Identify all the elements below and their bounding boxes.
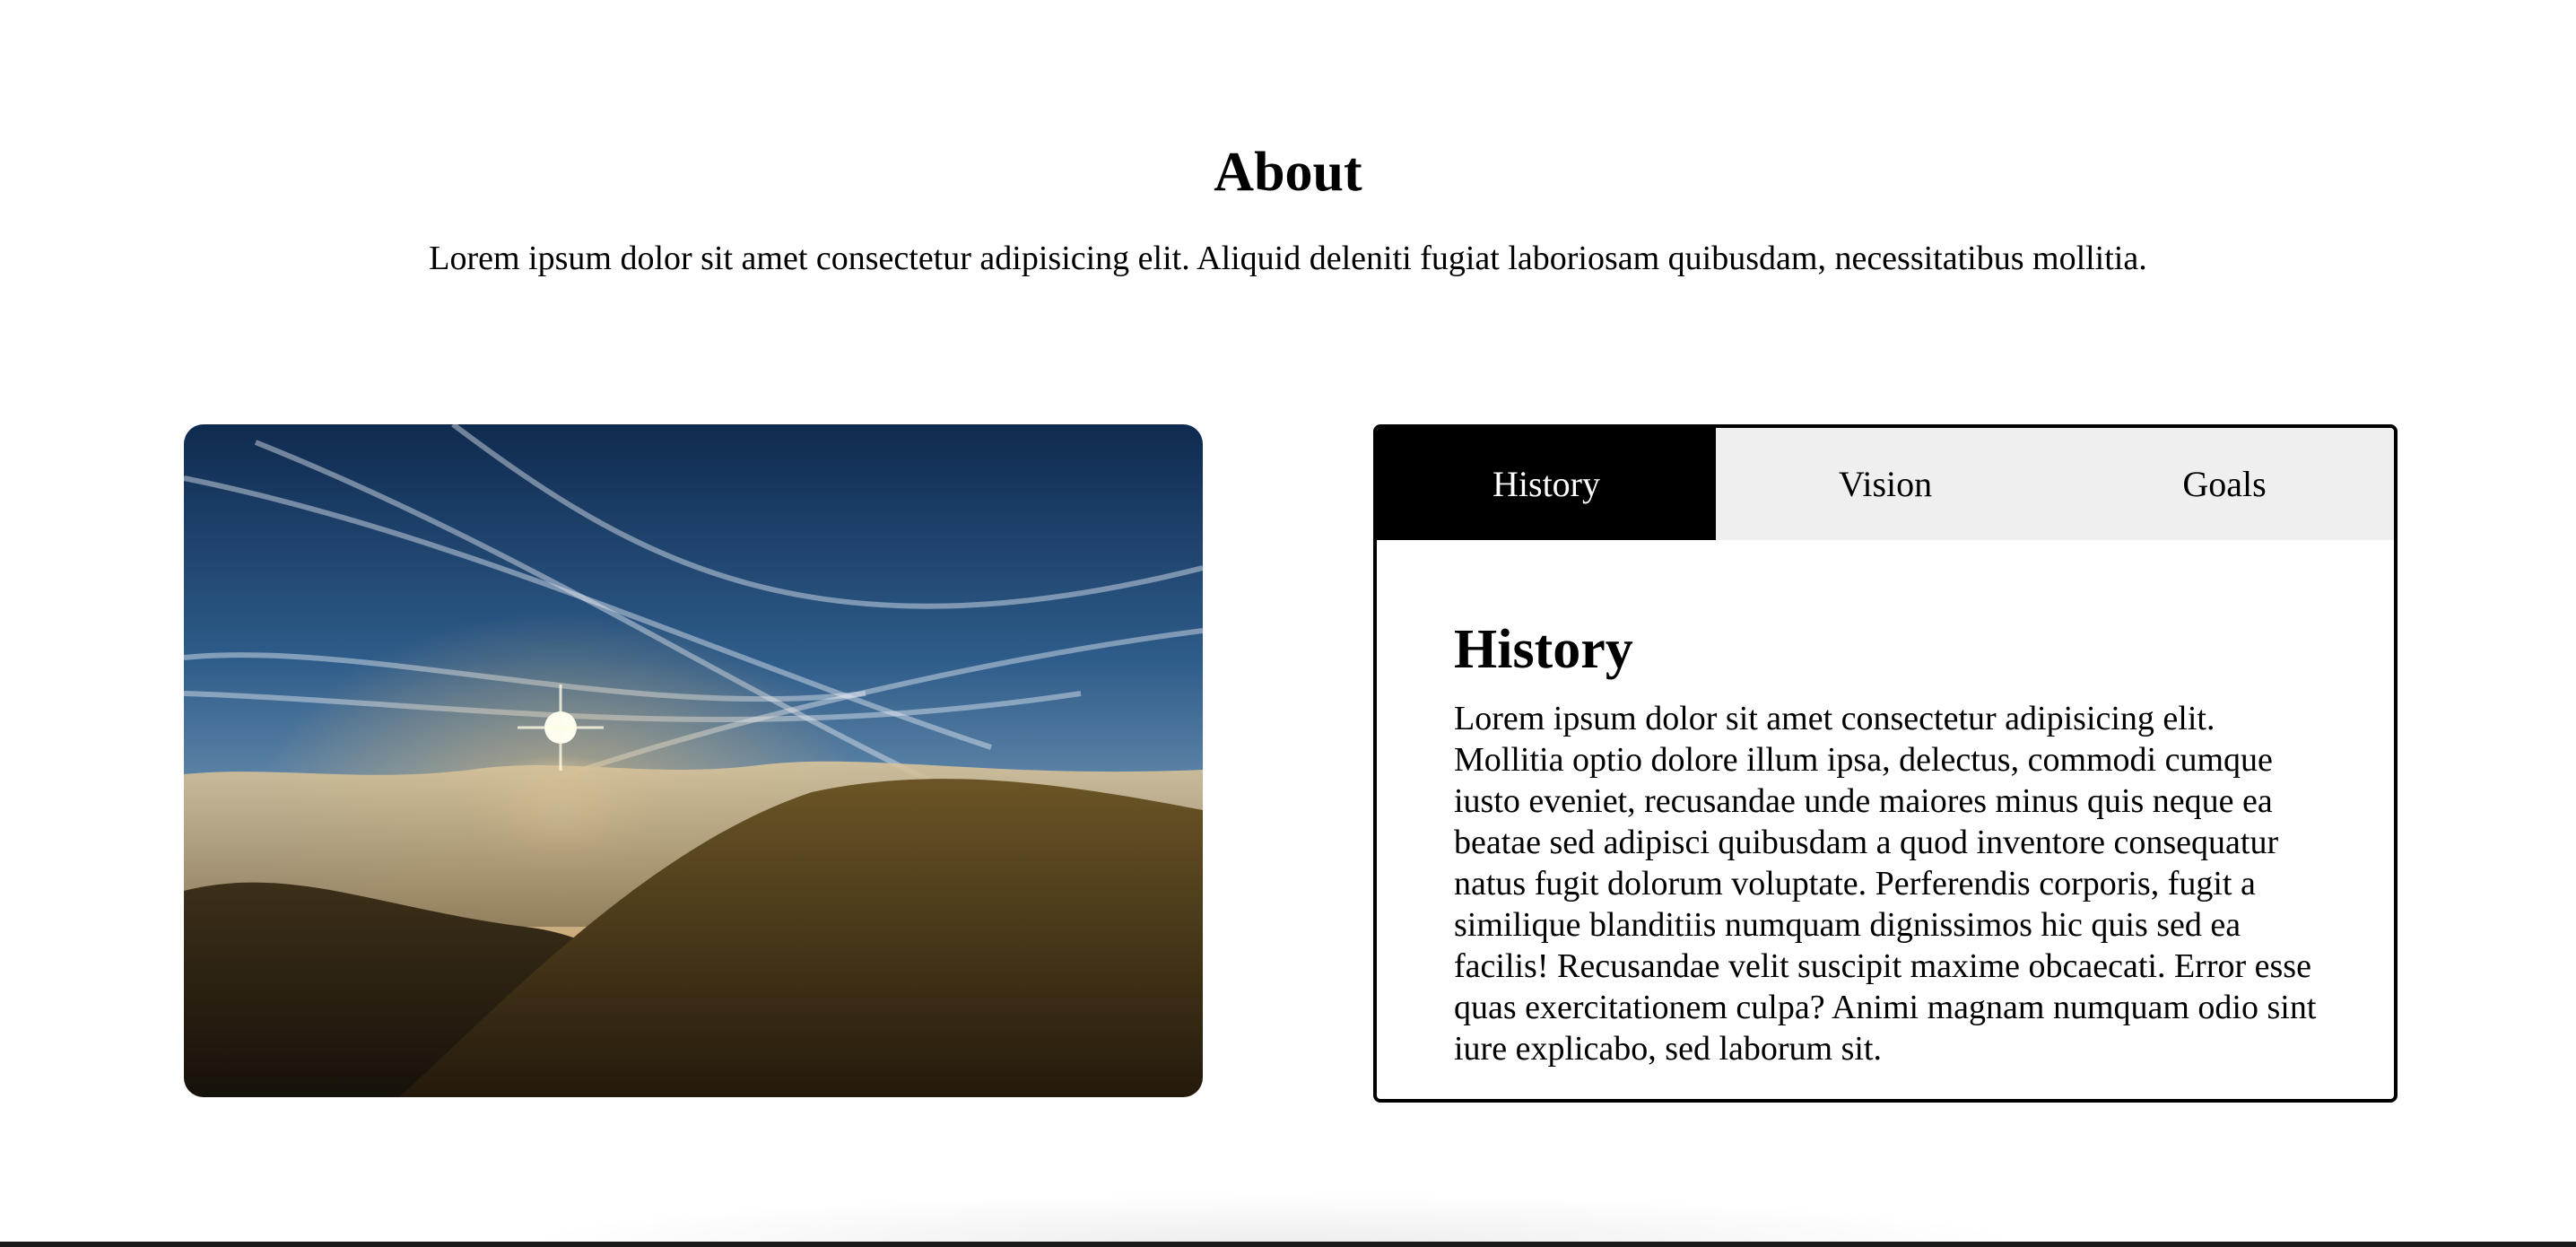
tab-history[interactable]: History (1377, 428, 1716, 540)
about-lead: Lorem ipsum dolor sit amet consectetur a… (429, 240, 2147, 277)
mountain-sunrise-image (184, 424, 1203, 1097)
panel-body: Lorem ipsum dolor sit amet consectetur a… (1454, 700, 2317, 1068)
tab-panel: History Lorem ipsum dolor sit amet conse… (1377, 540, 2394, 1069)
section-shadow (511, 1193, 2036, 1243)
tab-card: History Vision Goals History Lorem ipsum… (1373, 424, 2398, 1103)
about-section: About Lorem ipsum dolor sit amet consect… (0, 0, 2576, 1247)
section-divider (0, 1242, 2576, 1247)
landscape-illustration (184, 424, 1203, 1097)
panel-title: History (1454, 619, 1633, 680)
tab-vision[interactable]: Vision (1716, 428, 2055, 540)
tab-goals[interactable]: Goals (2055, 428, 2394, 540)
tab-bar: History Vision Goals (1377, 428, 2394, 540)
about-title: About (1214, 142, 1362, 203)
